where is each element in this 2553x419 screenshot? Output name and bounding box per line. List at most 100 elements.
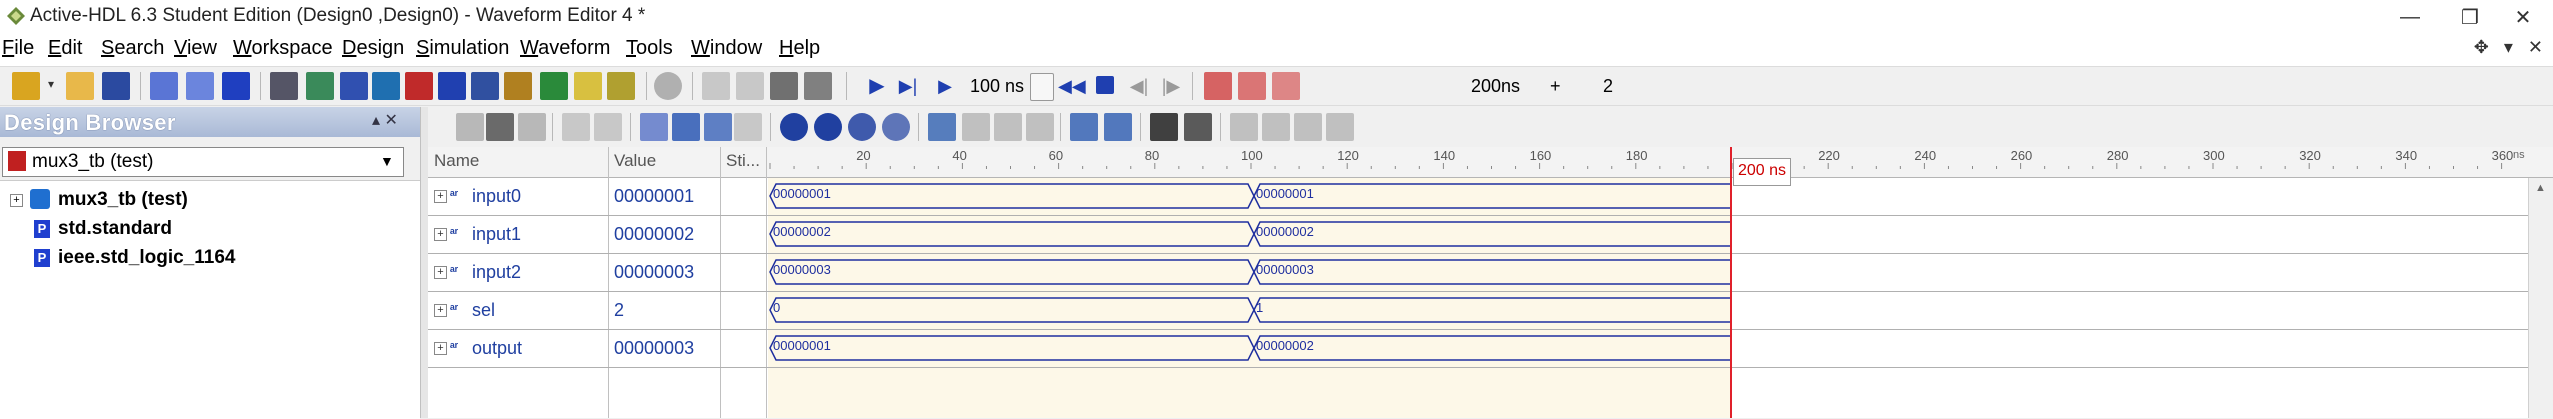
tree-item-ieee-std-logic[interactable]: ieee.std_logic_1164 [58, 247, 235, 273]
menu-edit[interactable]: Edit [48, 37, 82, 60]
menu-tools[interactable]: Tools [626, 37, 673, 60]
menu-help[interactable]: Help [779, 37, 820, 60]
new-design-icon[interactable] [12, 72, 40, 100]
ruler-label: 280 [2107, 148, 2129, 163]
time-ruler[interactable]: 20 40 60 80 100 120 140 160 180 220 240 260 280 300 32… [768, 147, 2528, 177]
library-icon[interactable] [270, 72, 298, 100]
expand-icon[interactable]: + [434, 304, 447, 317]
bus-segment [769, 335, 1255, 361]
mdi-move-icon[interactable]: ✥ [2474, 37, 2489, 57]
zoom-in-icon[interactable] [780, 113, 808, 141]
dropdown-arrow-icon[interactable]: ▾ [48, 77, 58, 95]
step-back-icon: ◀| [1129, 76, 1149, 96]
window-icon[interactable] [340, 72, 368, 100]
menu-design[interactable]: Design [342, 37, 404, 60]
column-stimulator-header[interactable]: Sti... [726, 151, 760, 171]
add-signals-icon[interactable] [928, 113, 956, 141]
zoom-fit-icon[interactable] [848, 113, 876, 141]
expand-icon[interactable]: + [434, 228, 447, 241]
chevron-down-icon[interactable]: ▼ [380, 153, 394, 169]
count-input[interactable]: 2 [1578, 73, 1638, 99]
menu-file[interactable]: File [2, 37, 34, 60]
bus-value-label: 00000002 [1256, 338, 1314, 353]
minimize-button[interactable]: — [2380, 0, 2440, 34]
scroll-up-icon[interactable]: ▲ [2535, 182, 2546, 194]
hierarchy-icon[interactable] [306, 72, 334, 100]
vertical-scrollbar[interactable]: ▲ [2528, 178, 2553, 418]
restart-sim-icon[interactable] [804, 72, 832, 100]
close-button[interactable]: ✕ [2493, 0, 2553, 34]
find-icon[interactable] [372, 72, 400, 100]
step-time-spinner[interactable] [1030, 73, 1054, 101]
stop-sim-icon[interactable] [654, 72, 682, 100]
open-folder-icon[interactable] [66, 72, 94, 100]
next-transition-icon[interactable] [1104, 113, 1132, 141]
menu-waveform[interactable]: Waveform [520, 37, 610, 60]
ruler-label: 320 [2299, 148, 2321, 163]
stop-icon[interactable] [1096, 76, 1114, 94]
tree-item-mux3-tb[interactable]: mux3_tb (test) [58, 189, 188, 215]
dbg-icon[interactable] [471, 72, 499, 100]
cpp-debug-icon[interactable] [405, 72, 433, 100]
ruler-label: 80 [1145, 148, 1159, 163]
expand-icon[interactable]: + [434, 342, 447, 355]
compile-all-icon[interactable] [186, 72, 214, 100]
menu-search[interactable]: Search [101, 37, 164, 60]
ruler-label: 180 [1626, 148, 1648, 163]
run-until-icon[interactable]: ▶| [897, 72, 919, 100]
tree-item-std-standard[interactable]: std.standard [58, 218, 172, 244]
bus-segment [1253, 297, 1730, 323]
menu-window[interactable]: Window [691, 37, 762, 60]
menu-workspace[interactable]: Workspace [233, 37, 333, 60]
disabled-tool-icon-2 [736, 72, 764, 100]
hdl-debug-icon[interactable] [438, 72, 466, 100]
grid-icon[interactable] [222, 72, 250, 100]
design-browser-controls[interactable]: ▴ ✕ [372, 110, 398, 130]
zoom-out-icon[interactable] [814, 113, 842, 141]
zoom-range-icon[interactable] [882, 113, 910, 141]
expand-icon[interactable]: + [10, 194, 23, 207]
prev-transition-icon[interactable] [1070, 113, 1098, 141]
ruler-label: 300 [2203, 148, 2225, 163]
stimulator-icon[interactable] [607, 72, 635, 100]
time-cursor[interactable] [1730, 147, 1732, 418]
expand-icon[interactable]: + [434, 190, 447, 203]
step-time-input[interactable]: 100 ns [970, 73, 1034, 99]
expand-icon[interactable]: + [434, 266, 447, 279]
select-pointer-icon[interactable] [640, 113, 668, 141]
prev-bookmark-icon[interactable] [1238, 72, 1266, 100]
bulb-icon[interactable] [574, 72, 602, 100]
disabled-signal-tool-icon-3 [1026, 113, 1054, 141]
column-name-header[interactable]: Name [434, 151, 479, 171]
testbench-icon [8, 151, 26, 171]
bookmark-icon[interactable] [1204, 72, 1232, 100]
init-sim-icon[interactable] [770, 72, 798, 100]
menu-simulation[interactable]: Simulation [416, 37, 509, 60]
menu-view[interactable]: View [174, 37, 217, 60]
package-icon: P [34, 220, 50, 238]
rewind-icon[interactable]: ◀◀ [1058, 72, 1086, 100]
top-unit-select-value: mux3_tb (test) [32, 151, 154, 172]
mdi-close-icon[interactable]: ✕ [2528, 37, 2543, 57]
bus-segment [769, 183, 1255, 209]
bus-icon: ᵃʳ [450, 339, 459, 354]
save-icon[interactable] [102, 72, 130, 100]
binoculars-icon[interactable] [1150, 113, 1178, 141]
plus-label: + [1550, 76, 1561, 96]
books-icon[interactable] [504, 72, 532, 100]
run-for-icon[interactable]: ▶ [934, 72, 956, 100]
ruler-label: 40 [952, 148, 966, 163]
column-value-header[interactable]: Value [614, 151, 656, 171]
compile-icon[interactable] [150, 72, 178, 100]
add-signal-icon[interactable] [540, 72, 568, 100]
maximize-button[interactable]: ❐ [2440, 0, 2500, 34]
design-tree [0, 180, 420, 419]
mdi-minimize-icon[interactable]: ▾ [2504, 37, 2513, 57]
copy-icon[interactable] [486, 113, 514, 141]
signal-value: 00000003 [614, 338, 695, 358]
find-value-icon[interactable] [1184, 113, 1212, 141]
measure-icon[interactable] [704, 113, 732, 141]
next-bookmark-icon[interactable] [1272, 72, 1300, 100]
run-icon[interactable]: ▶ [866, 72, 888, 100]
zoom-tool-icon[interactable] [672, 113, 700, 141]
